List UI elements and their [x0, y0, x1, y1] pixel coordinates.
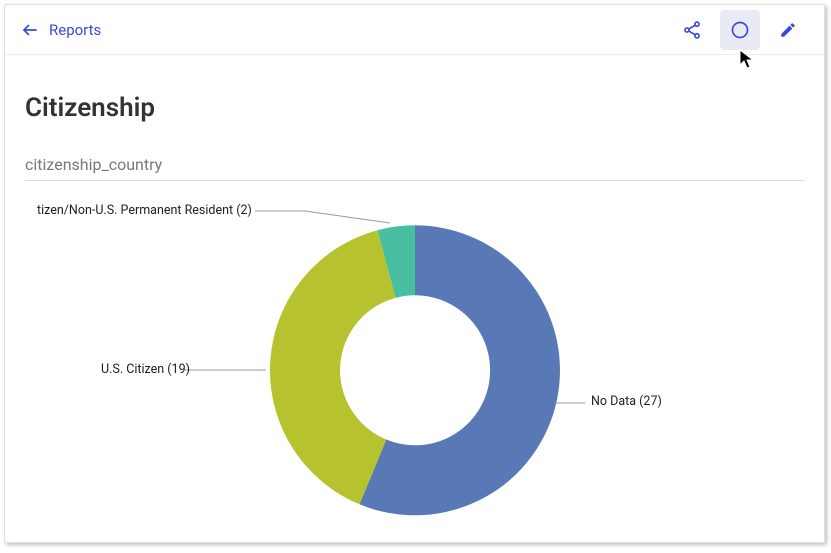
share-icon	[682, 20, 702, 40]
label-citizen: U.S. Citizen (19)	[101, 362, 190, 377]
donut-chart: No Data (27) U.S. Citizen (19) tizen/Non…	[25, 181, 804, 541]
donut-svg	[260, 215, 570, 525]
field-label: citizenship_country	[25, 155, 804, 181]
contrast-circle-icon	[730, 20, 750, 40]
back-link[interactable]: Reports	[21, 21, 101, 39]
edit-button[interactable]	[768, 10, 808, 50]
back-link-label: Reports	[49, 21, 101, 39]
page-title: Citizenship	[25, 93, 804, 123]
view-toggle-button[interactable]	[720, 10, 760, 50]
arrow-left-icon	[21, 21, 39, 39]
topbar: Reports	[5, 5, 824, 55]
label-resident: tizen/Non-U.S. Permanent Resident (2)	[37, 203, 252, 218]
share-button[interactable]	[672, 10, 712, 50]
pencil-icon	[779, 21, 797, 39]
label-nodata: No Data (27)	[591, 394, 662, 409]
